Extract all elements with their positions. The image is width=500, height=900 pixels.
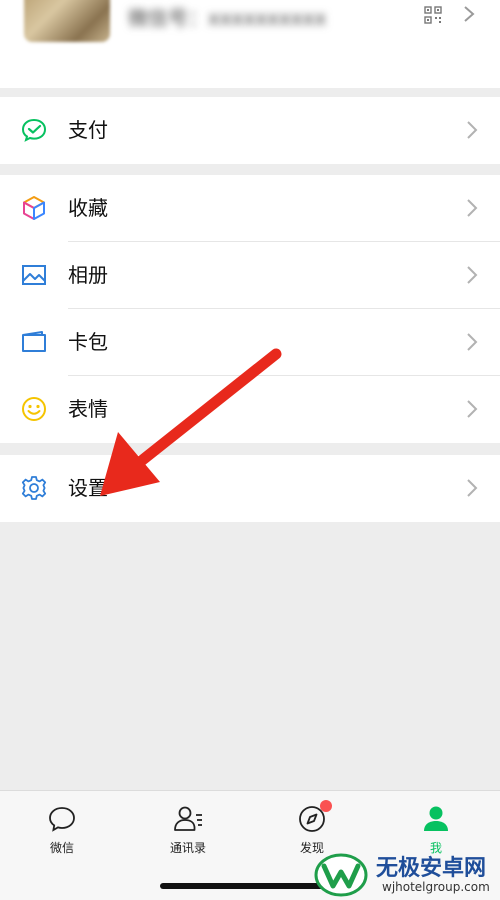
chevron-right-icon — [467, 121, 478, 139]
smiley-icon — [22, 397, 46, 421]
menu-label-album: 相册 — [68, 263, 108, 287]
notification-badge — [320, 800, 332, 812]
tab-contacts[interactable]: 通讯录 — [148, 803, 228, 863]
menu-label-settings: 设置 — [68, 476, 108, 500]
chevron-right-icon — [467, 400, 478, 418]
menu-label-favorites: 收藏 — [68, 196, 108, 220]
watermark-logo — [314, 853, 368, 897]
pay-group: 支付 — [0, 97, 500, 164]
menu-label-pay: 支付 — [68, 118, 108, 142]
menu-item-stickers[interactable]: 表情 — [0, 376, 500, 443]
qr-code-icon[interactable] — [424, 6, 442, 24]
chevron-right-icon — [464, 6, 475, 22]
menu-item-pay[interactable]: 支付 — [0, 97, 500, 164]
chevron-right-icon — [467, 333, 478, 351]
chevron-right-icon — [467, 199, 478, 217]
gear-icon — [21, 476, 47, 500]
chevron-right-icon — [467, 479, 478, 497]
settings-group: 设置 — [0, 455, 500, 522]
menu-item-favorites[interactable]: 收藏 — [0, 175, 500, 242]
person-icon — [424, 806, 448, 831]
chat-bubble-icon — [49, 807, 75, 832]
menu-label-stickers: 表情 — [68, 397, 108, 421]
tab-chats[interactable]: 微信 — [22, 803, 102, 863]
chevron-right-icon — [467, 266, 478, 284]
menu-item-settings[interactable]: 设置 — [0, 455, 500, 522]
watermark-title: 无极安卓网 — [376, 856, 487, 881]
favorites-cube-icon — [23, 196, 45, 220]
avatar[interactable] — [24, 0, 110, 42]
profile-name: 微信号：xxxxxxxxxx — [128, 6, 327, 30]
menu-label-cards: 卡包 — [68, 330, 108, 354]
album-icon — [22, 265, 46, 285]
contacts-icon — [174, 806, 202, 831]
menu-item-cards[interactable]: 卡包 — [0, 309, 500, 376]
pay-icon — [21, 118, 47, 142]
tab-label-chats: 微信 — [49, 841, 74, 855]
card-wallet-icon — [22, 331, 46, 352]
tools-group: 收藏 相册 卡包 表情 — [0, 175, 500, 443]
watermark-url: wjhotelgroup.com — [382, 880, 490, 894]
watermark: 无极安卓网 wjhotelgroup.com — [310, 848, 500, 900]
tab-label-contacts: 通讯录 — [169, 841, 206, 855]
menu-item-album[interactable]: 相册 — [0, 242, 500, 309]
profile-header[interactable]: 微信号：xxxxxxxxxx — [0, 0, 500, 88]
